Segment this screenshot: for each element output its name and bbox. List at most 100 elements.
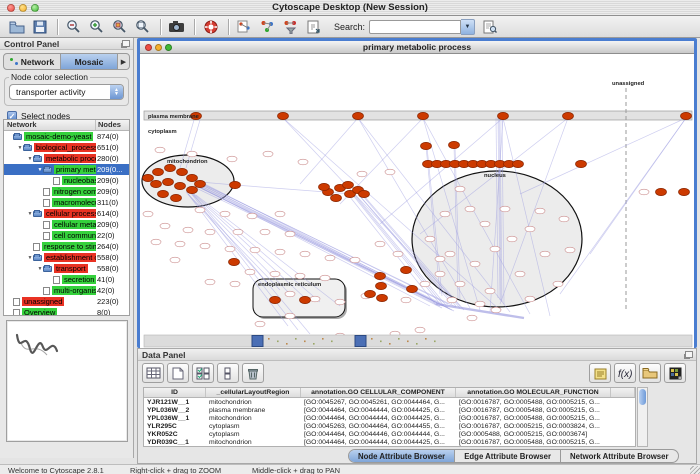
tree-col-network[interactable]: Network <box>4 120 96 130</box>
tab-network-attribute-browser[interactable]: Network Attribute Browser <box>561 450 678 462</box>
gene-node[interactable] <box>160 223 170 229</box>
gene-node[interactable] <box>195 207 205 213</box>
column-header[interactable]: annotation.GO CELLULAR_COMPONENT <box>301 388 456 397</box>
gene-node[interactable] <box>175 241 185 247</box>
gene-node[interactable] <box>540 251 550 257</box>
node-color-select[interactable]: transporter activity ▲▼ <box>9 84 124 100</box>
table-row[interactable]: YLR295Ccytoplasm[GO:0045263, GO:0044464,… <box>144 422 635 430</box>
gene-node[interactable] <box>200 243 210 249</box>
import-attributes-icon[interactable] <box>639 363 661 383</box>
gene-node[interactable] <box>420 281 430 287</box>
selected-gene-node[interactable] <box>151 180 162 187</box>
selected-gene-node[interactable] <box>679 188 690 195</box>
selected-gene-node[interactable] <box>656 188 667 195</box>
gene-node[interactable] <box>559 216 569 222</box>
tree-row[interactable]: nucleobase-co209(0) <box>4 175 129 186</box>
selected-gene-node[interactable] <box>375 272 386 279</box>
gene-node[interactable] <box>247 213 257 219</box>
zoom-in-icon[interactable] <box>86 18 107 36</box>
table-scrollbar[interactable] <box>637 387 648 447</box>
network-canvas[interactable]: plasma membranecytoplasmmitochondrionnuc… <box>140 54 694 348</box>
gene-node[interactable] <box>225 246 235 252</box>
gene-node[interactable] <box>455 281 465 287</box>
column-header[interactable]: ID <box>144 388 206 397</box>
selected-gene-node[interactable] <box>681 112 692 119</box>
selected-gene-node[interactable] <box>401 266 412 273</box>
minimized-frame-icon[interactable] <box>355 336 366 347</box>
gene-node[interactable] <box>415 327 425 333</box>
gene-node[interactable] <box>639 189 649 195</box>
selected-gene-node[interactable] <box>376 282 387 289</box>
gene-node[interactable] <box>565 247 575 253</box>
column-header[interactable]: annotation.GO MOLECULAR_FUNCTION <box>456 388 611 397</box>
gene-node[interactable] <box>260 229 270 235</box>
gene-node[interactable] <box>325 255 335 261</box>
tree-row[interactable]: ▼metabolic process280(0) <box>4 153 129 164</box>
gene-node[interactable] <box>143 211 153 217</box>
table-row[interactable]: YJR121W__1mitochondrion[GO:0045267, GO:0… <box>144 398 635 406</box>
resize-grip[interactable] <box>690 466 700 474</box>
float-panel-icon[interactable] <box>122 40 130 47</box>
tree-col-nodes[interactable]: Nodes <box>96 120 129 130</box>
selected-gene-node[interactable] <box>498 112 509 119</box>
table-row[interactable]: YPL036W__2plasma membrane[GO:0044464, GO… <box>144 406 635 414</box>
search-input[interactable] <box>369 20 461 34</box>
selected-gene-node[interactable] <box>407 285 418 292</box>
window-titlebar[interactable]: Cytoscape Desktop (New Session) <box>0 0 700 16</box>
selected-gene-node[interactable] <box>187 186 198 193</box>
gene-node[interactable] <box>250 247 260 253</box>
tree-row[interactable]: nitrogen compo209(0) <box>4 186 129 197</box>
selected-gene-node[interactable] <box>153 168 164 175</box>
unselect-attributes-icon[interactable] <box>217 363 239 383</box>
selected-gene-node[interactable] <box>278 112 289 119</box>
table-icon[interactable] <box>142 363 164 383</box>
tree-row[interactable]: cellular metabol209(0) <box>4 219 129 230</box>
attribute-table[interactable]: ID_cellularLayoutRegionannotation.GO CEL… <box>143 387 636 447</box>
selected-gene-node[interactable] <box>177 168 188 175</box>
minimized-frame-icon[interactable] <box>252 336 263 347</box>
selected-gene-node[interactable] <box>576 160 587 167</box>
gene-node[interactable] <box>187 151 197 157</box>
gene-node[interactable] <box>155 147 165 153</box>
selected-gene-node[interactable] <box>359 190 370 197</box>
selected-gene-node[interactable] <box>300 296 311 303</box>
tree-row[interactable]: multi-organism pro42(0) <box>4 285 129 296</box>
tree-row[interactable]: secretion41(0) <box>4 274 129 285</box>
search-dropdown-arrow-icon[interactable]: ▼ <box>461 19 475 35</box>
gene-node[interactable] <box>295 273 305 279</box>
selected-gene-node[interactable] <box>187 174 198 181</box>
scrollbar-thumb[interactable] <box>639 389 646 405</box>
gene-node[interactable] <box>230 281 240 287</box>
gene-node[interactable] <box>183 227 193 233</box>
gene-node[interactable] <box>507 236 517 242</box>
table-row[interactable]: YDR039C__1mitochondrion[GO:0044464, GO:0… <box>144 438 635 446</box>
tree-row[interactable]: ▼cellular process614(0) <box>4 208 129 219</box>
gene-node[interactable] <box>515 271 525 277</box>
tab-edge-attribute-browser[interactable]: Edge Attribute Browser <box>455 450 561 462</box>
selected-gene-node[interactable] <box>165 164 176 171</box>
gene-node[interactable] <box>220 211 230 217</box>
gene-node[interactable] <box>455 186 465 192</box>
gene-node[interactable] <box>435 256 445 262</box>
tree-row[interactable]: macromolecule311(0) <box>4 197 129 208</box>
gene-node[interactable] <box>490 246 500 252</box>
save-icon[interactable] <box>29 18 50 36</box>
gene-node[interactable] <box>467 315 477 321</box>
gene-node[interactable] <box>385 169 395 175</box>
gene-node[interactable] <box>357 171 367 177</box>
gene-node[interactable] <box>480 221 490 227</box>
gene-node[interactable] <box>445 251 455 257</box>
gene-node[interactable] <box>393 251 403 257</box>
selected-gene-node[interactable] <box>331 194 342 201</box>
gene-node[interactable] <box>440 211 450 217</box>
gene-node[interactable] <box>227 156 237 162</box>
gene-node[interactable] <box>151 239 161 245</box>
filter-icon[interactable] <box>280 18 301 36</box>
select-attributes-icon[interactable] <box>192 363 214 383</box>
gene-node[interactable] <box>255 321 265 327</box>
tab-mosaic[interactable]: Mosaic <box>61 54 118 69</box>
gene-node[interactable] <box>205 279 215 285</box>
gene-node[interactable] <box>298 159 308 165</box>
gene-node[interactable] <box>310 296 320 302</box>
tree-row[interactable]: ▼establishment of lo558(0) <box>4 252 129 263</box>
